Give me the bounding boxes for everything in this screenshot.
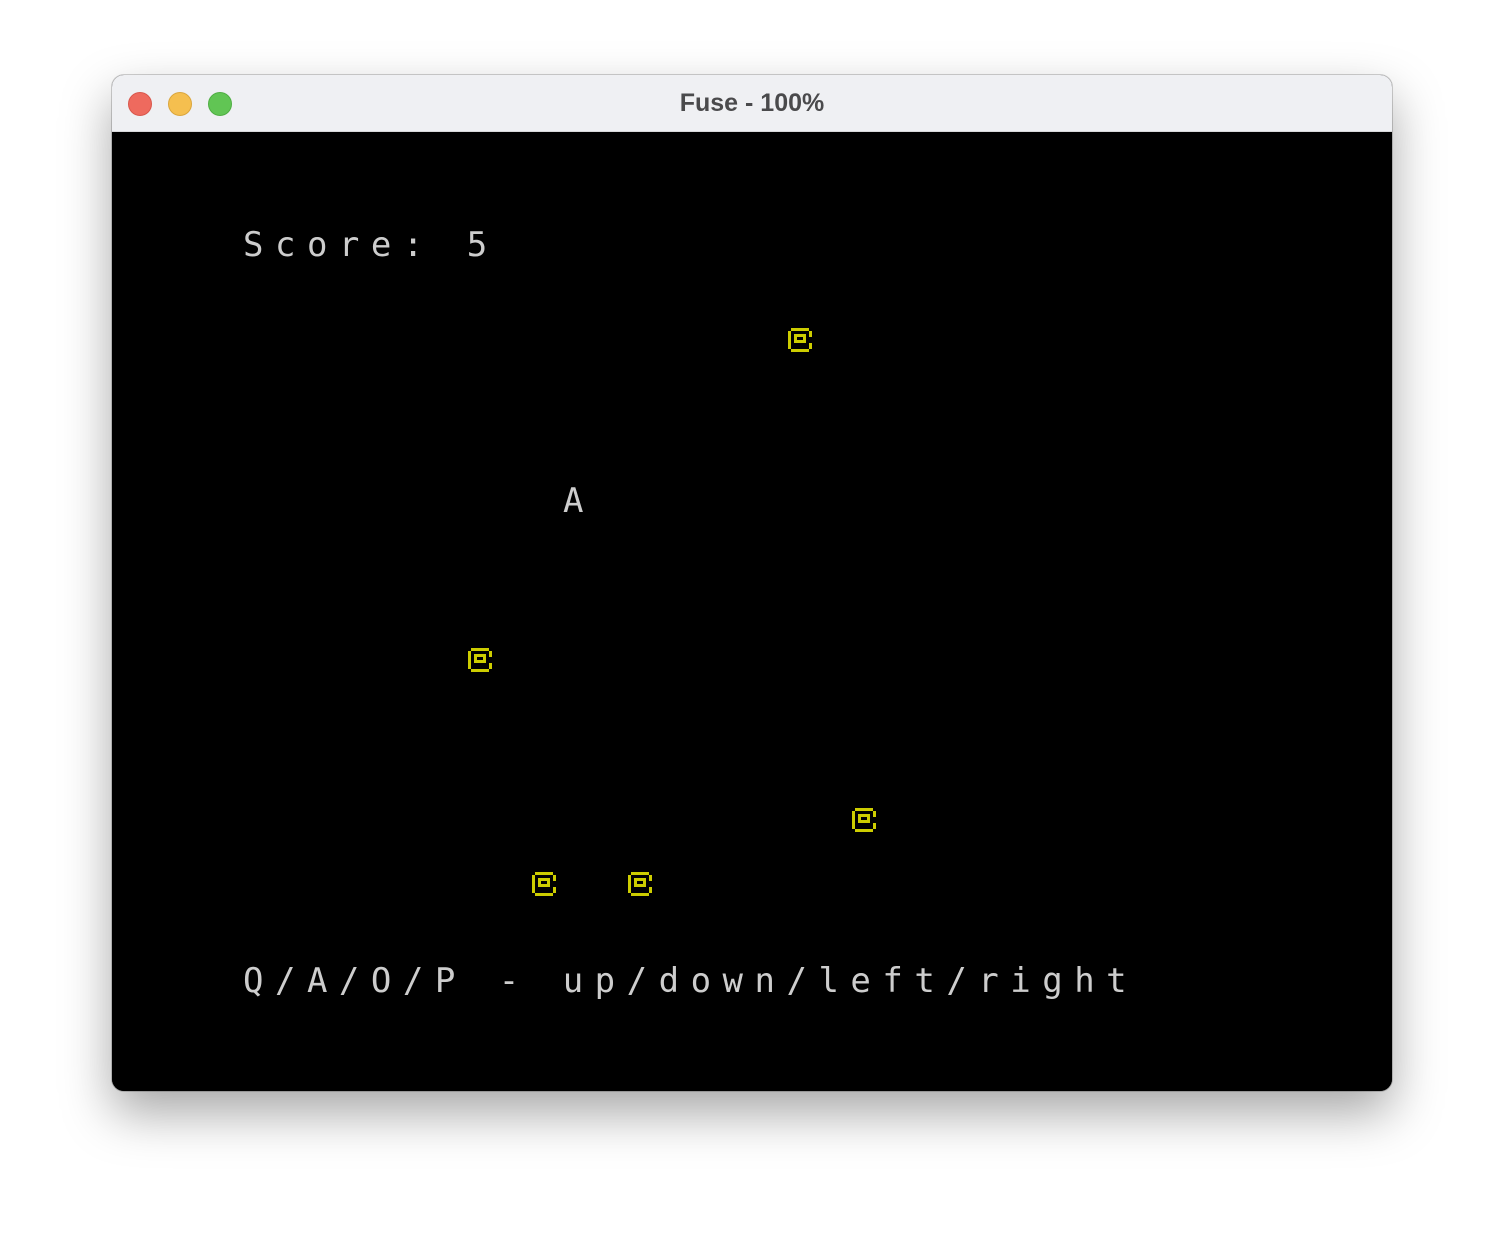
emulator-window: Fuse - 100% Score: 5 A Q/A/O/P - up/down… — [112, 75, 1392, 1091]
player-character: A — [563, 481, 584, 521]
coin-icon — [628, 872, 652, 896]
coin-icon — [532, 872, 556, 896]
title-bar[interactable]: Fuse - 100% — [112, 75, 1392, 132]
controls-help-text: Q/A/O/P - up/down/left/right — [243, 961, 1139, 1001]
game-screen[interactable]: Score: 5 A Q/A/O/P - up/down/left/right — [112, 132, 1392, 1091]
coin-icon — [788, 328, 812, 352]
coin-icon — [468, 648, 492, 672]
score-text: Score: 5 — [243, 225, 499, 265]
window-title: Fuse - 100% — [679, 89, 825, 117]
coin-icon — [852, 808, 876, 832]
